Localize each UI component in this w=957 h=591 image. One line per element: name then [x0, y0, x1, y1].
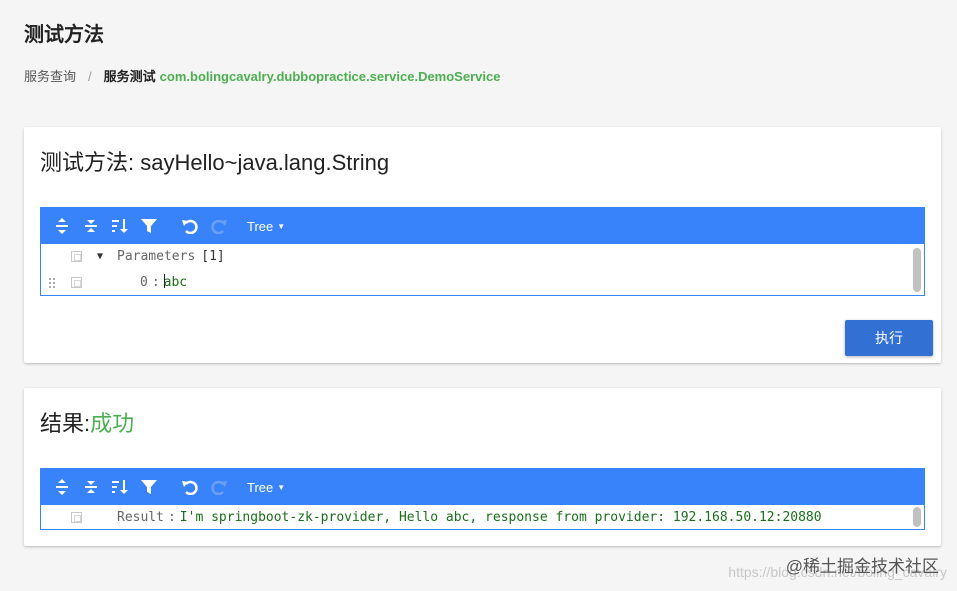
watermark: @稀土掘金技术社区 — [785, 557, 939, 576]
expand-all-icon[interactable] — [47, 208, 76, 244]
breadcrumb-current: 服务测试 — [103, 69, 156, 84]
redo-icon[interactable] — [204, 208, 233, 244]
method-card: 测试方法: sayHello~java.lang.String Tree ▼ ▼… — [24, 127, 941, 363]
result-value-field[interactable]: I'm springboot-zk-provider, Hello abc, r… — [180, 510, 822, 525]
undo-icon[interactable] — [175, 208, 204, 244]
result-card: 结果:成功 Tree ▼ Result: I'm springboot-zk-… — [24, 388, 941, 546]
execute-button[interactable]: 执行 — [845, 320, 933, 356]
editor-toolbar: Tree ▼ — [41, 208, 924, 244]
chevron-down-icon: ▼ — [277, 221, 286, 231]
mode-dropdown[interactable]: Tree ▼ — [247, 219, 285, 234]
editor-toolbar: Tree ▼ — [41, 469, 924, 505]
breadcrumb: 服务查询 / 服务测试 com.bolingcavalry.dubbopractice… — [24, 66, 500, 85]
mode-label: Tree — [247, 479, 274, 495]
breadcrumb-separator: / — [88, 69, 92, 84]
collapse-all-icon[interactable] — [76, 208, 105, 244]
tree-root-label: Parameters — [117, 249, 196, 264]
context-menu-icon[interactable] — [71, 512, 82, 523]
page-title: 测试方法 — [24, 24, 104, 46]
scrollbar[interactable] — [913, 507, 921, 527]
filter-icon[interactable] — [134, 208, 163, 244]
mode-dropdown[interactable]: Tree ▼ — [247, 480, 285, 495]
json-tree: Result: I'm springboot-zk-provider, Hello… — [41, 505, 924, 531]
status-badge: 成功 — [90, 411, 135, 436]
method-card-title: 测试方法: sayHello~java.lang.String — [40, 150, 390, 175]
tree-root-count: [1] — [201, 249, 225, 264]
sort-icon[interactable] — [105, 208, 134, 244]
breadcrumb-home-link[interactable]: 服务查询 — [24, 69, 76, 84]
tree-row-root: ▼ Parameters [1] — [41, 244, 924, 270]
scrollbar[interactable] — [913, 248, 921, 292]
json-tree: ▼ Parameters [1] 0: abc — [41, 244, 924, 296]
collapse-all-icon[interactable] — [76, 469, 105, 505]
undo-icon[interactable] — [175, 469, 204, 505]
context-menu-icon[interactable] — [71, 251, 82, 262]
breadcrumb-service-name: com.bolingcavalry.dubbopractice.service.… — [159, 69, 501, 84]
result-card-title: 结果:成功 — [40, 406, 134, 438]
redo-icon[interactable] — [204, 469, 233, 505]
parameters-json-editor[interactable]: Tree ▼ ▼ Parameters [1] 0: abc — [40, 207, 925, 296]
mode-label: Tree — [247, 218, 274, 234]
tree-item-key: 0 — [140, 275, 148, 290]
parameter-value-field[interactable]: abc — [164, 275, 187, 290]
sort-icon[interactable] — [105, 469, 134, 505]
tree-row-item: 0: abc — [41, 270, 924, 296]
expand-all-icon[interactable] — [47, 469, 76, 505]
tree-row-result: Result: I'm springboot-zk-provider, Hello… — [41, 505, 924, 531]
filter-icon[interactable] — [134, 469, 163, 505]
chevron-down-icon: ▼ — [277, 482, 286, 492]
tree-result-key: Result — [117, 510, 164, 525]
context-menu-icon[interactable] — [71, 277, 82, 288]
expand-arrow-icon[interactable]: ▼ — [97, 244, 103, 270]
result-json-editor[interactable]: Tree ▼ Result: I'm springboot-zk-provider,… — [40, 468, 925, 530]
result-title-prefix: 结果: — [40, 411, 91, 436]
drag-handle-icon[interactable] — [49, 278, 55, 289]
